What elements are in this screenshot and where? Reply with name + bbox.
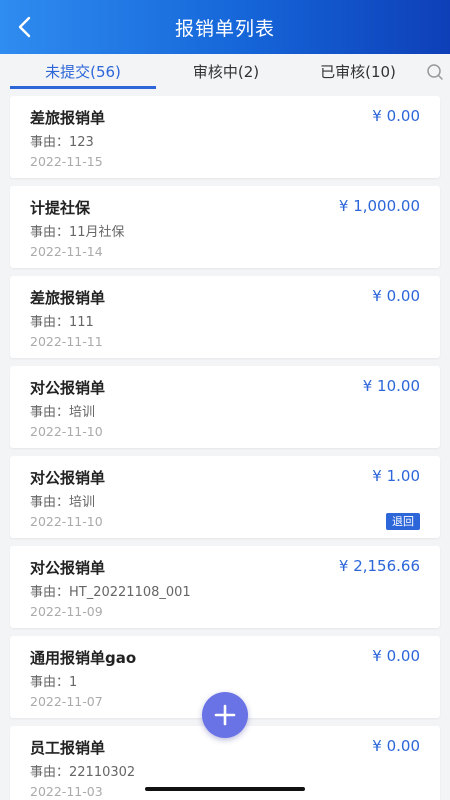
card-title: 通用报销单gao [30, 649, 137, 667]
status-tabs: 未提交(56) 审核中(2) 已审核(10) [0, 54, 450, 89]
chevron-left-icon [18, 16, 31, 38]
card-title: 对公报销单 [30, 379, 106, 397]
returned-badge: 退回 [386, 513, 420, 530]
card-title: 差旅报销单 [30, 109, 106, 127]
page-title: 报销单列表 [174, 17, 275, 40]
add-expense-button[interactable] [202, 692, 248, 738]
card-amount: ¥ 0.00 [372, 287, 420, 305]
expense-card[interactable]: 计提社保 ¥ 1,000.00 事由：11月社保 2022-11-14 [10, 186, 440, 268]
card-date: 2022-11-10 [30, 514, 103, 529]
card-reason: 事由：培训 [30, 495, 96, 510]
home-indicator[interactable] [145, 787, 305, 791]
card-reason: 事由：1 [30, 675, 78, 690]
expense-card[interactable]: 对公报销单 ¥ 10.00 事由：培训 2022-11-10 [10, 366, 440, 448]
card-reason: 事由：培训 [30, 405, 96, 420]
card-title: 员工报销单 [30, 739, 106, 757]
card-reason: 事由：HT_20221108_001 [30, 585, 191, 600]
card-date: 2022-11-09 [30, 604, 103, 619]
card-amount: ¥ 10.00 [362, 377, 420, 395]
card-title: 差旅报销单 [30, 289, 106, 307]
card-reason: 事由：22110302 [30, 765, 136, 780]
card-amount: ¥ 1.00 [372, 467, 420, 485]
app-header: 报销单列表 [0, 0, 450, 54]
card-amount: ¥ 0.00 [372, 647, 420, 665]
search-icon [427, 63, 443, 80]
expense-card[interactable]: 对公报销单 ¥ 2,156.66 事由：HT_20221108_001 2022… [10, 546, 440, 628]
card-date: 2022-11-14 [30, 244, 103, 259]
card-date: 2022-11-11 [30, 334, 103, 349]
card-date: 2022-11-15 [30, 154, 103, 169]
tab-unsubmitted[interactable]: 未提交(56) [0, 54, 156, 89]
card-amount: ¥ 0.00 [372, 107, 420, 125]
card-date: 2022-11-07 [30, 694, 103, 709]
tab-under-review[interactable]: 审核中(2) [156, 54, 296, 89]
card-reason: 事由：11月社保 [30, 225, 125, 240]
card-reason: 事由：111 [30, 315, 94, 330]
card-date: 2022-11-10 [30, 424, 103, 439]
back-button[interactable] [10, 12, 40, 42]
card-title: 对公报销单 [30, 559, 106, 577]
card-amount: ¥ 0.00 [372, 737, 420, 755]
expense-card[interactable]: 对公报销单 ¥ 1.00 事由：培训 2022-11-10 退回 [10, 456, 440, 538]
tab-reviewed[interactable]: 已审核(10) [296, 54, 420, 89]
expense-card[interactable]: 差旅报销单 ¥ 0.00 事由：111 2022-11-11 [10, 276, 440, 358]
card-title: 对公报销单 [30, 469, 106, 487]
plus-icon [214, 704, 236, 726]
search-button[interactable] [420, 54, 450, 89]
card-reason: 事由：123 [30, 135, 94, 150]
expense-card[interactable]: 差旅报销单 ¥ 0.00 事由：123 2022-11-15 [10, 96, 440, 178]
card-amount: ¥ 1,000.00 [338, 197, 420, 215]
card-date: 2022-11-03 [30, 784, 103, 799]
card-title: 计提社保 [30, 199, 91, 217]
card-amount: ¥ 2,156.66 [338, 557, 420, 575]
